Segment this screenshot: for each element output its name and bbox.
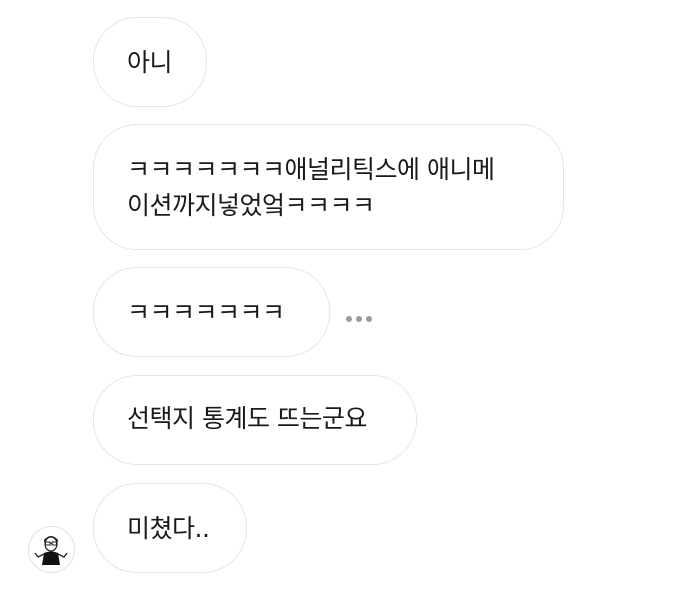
- more-options-icon[interactable]: [346, 316, 372, 322]
- message-bubble[interactable]: 아니: [93, 17, 207, 107]
- message-bubble[interactable]: ㅋㅋㅋㅋㅋㅋㅋ: [93, 267, 330, 357]
- message-text: 미쳤다..: [127, 514, 210, 543]
- message-bubble[interactable]: 선택지 통계도 뜨는군요: [93, 375, 417, 465]
- dot: [356, 316, 362, 322]
- message-bubble[interactable]: ㅋㅋㅋㅋㅋㅋㅋ애널리틱스에 애니메 이션까지넣었엌ㅋㅋㅋㅋ: [93, 124, 564, 250]
- avatar-illustration: [34, 536, 68, 565]
- message-bubble[interactable]: 미쳤다..: [93, 483, 247, 573]
- dot: [346, 316, 352, 322]
- message-text: 선택지 통계도 뜨는군요: [127, 404, 367, 433]
- message-text: 아니: [127, 48, 173, 77]
- avatar[interactable]: [28, 526, 75, 573]
- dot: [366, 316, 372, 322]
- message-text: ㅋㅋㅋㅋㅋㅋㅋ: [127, 298, 285, 327]
- message-text: ㅋㅋㅋㅋㅋㅋㅋ애널리틱스에 애니메 이션까지넣었엌ㅋㅋㅋㅋ: [127, 155, 495, 220]
